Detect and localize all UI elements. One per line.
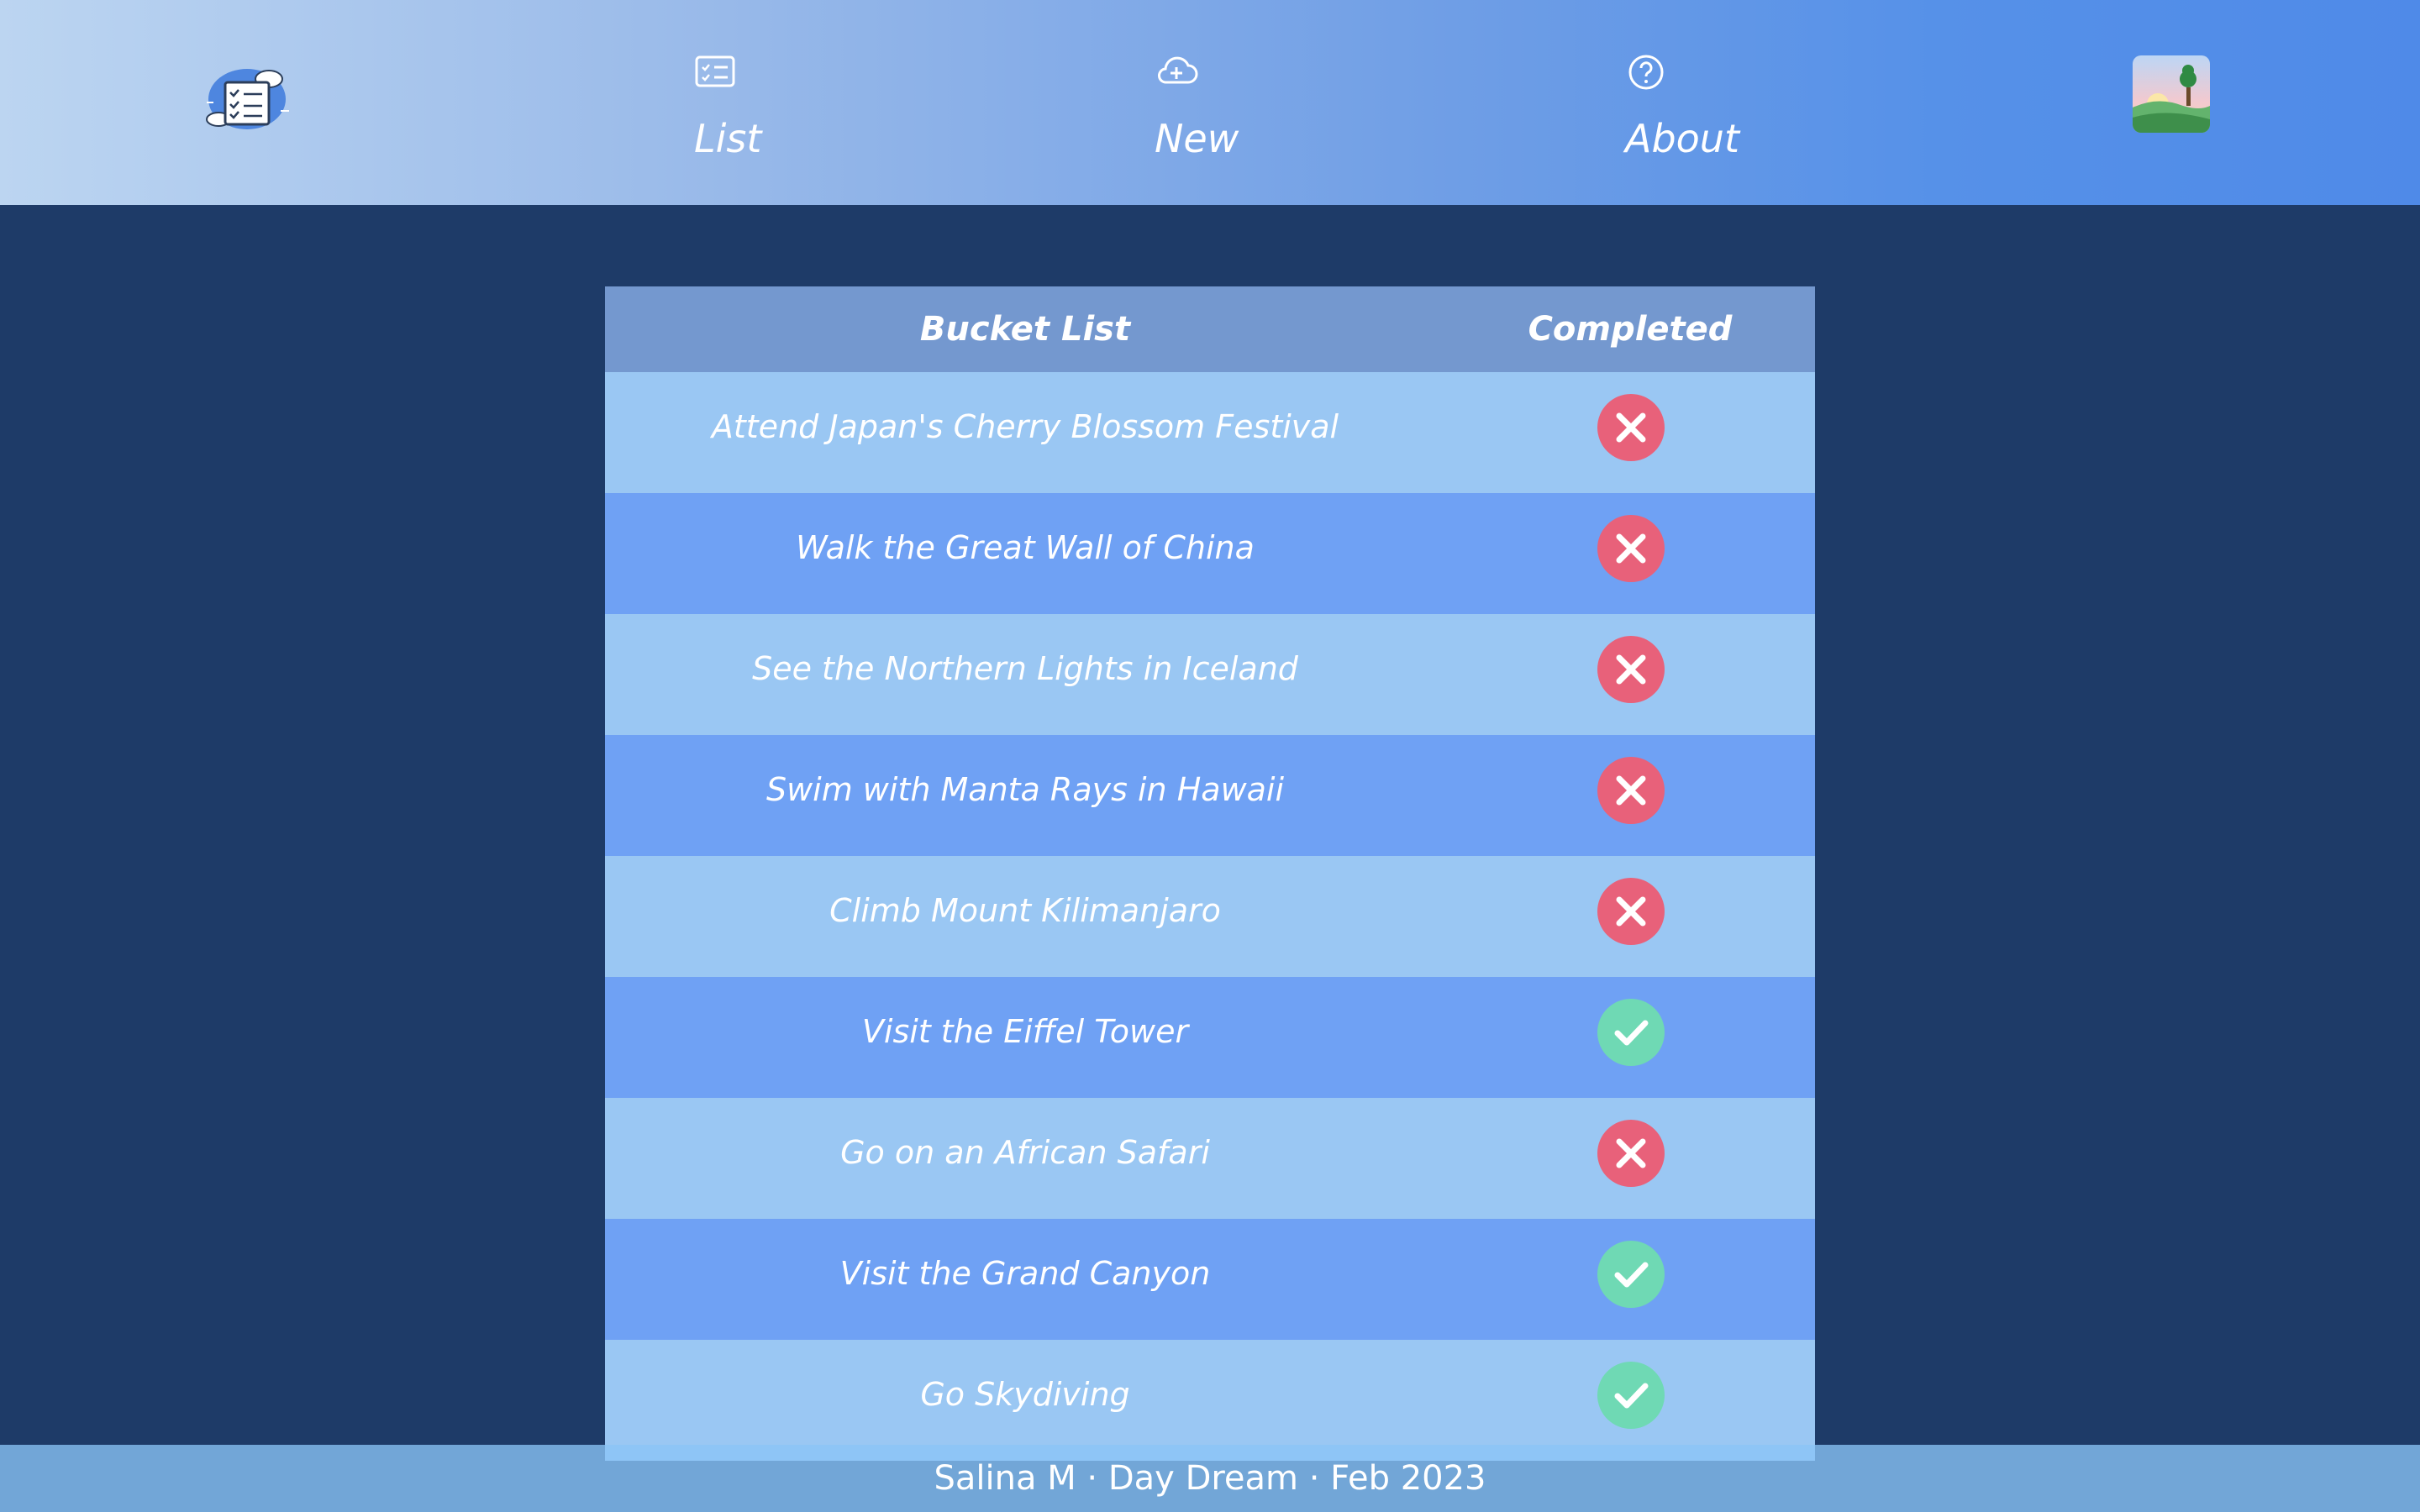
bucket-item-text: Visit the Grand Canyon xyxy=(839,1255,1211,1292)
table-row: Visit the Grand Canyon xyxy=(605,1219,1815,1340)
completed-check-icon[interactable] xyxy=(1597,999,1665,1066)
table-row: See the Northern Lights in Iceland xyxy=(605,614,1815,735)
cloud-plus-icon xyxy=(1155,50,1198,92)
nav-about-label: About xyxy=(1625,116,1740,161)
table-row: Go Skydiving xyxy=(605,1340,1815,1461)
page: List New About Bucket List Completed Att… xyxy=(0,0,2420,1512)
column-header-completed: Completed xyxy=(1528,310,1733,349)
incomplete-x-icon[interactable] xyxy=(1597,394,1665,461)
question-circle-icon xyxy=(1625,50,1667,92)
footer-credit: Salina M · Day Dream · Feb 2023 xyxy=(934,1459,1486,1498)
bucket-item-text: Swim with Manta Rays in Hawaii xyxy=(765,771,1285,808)
table-row: Walk the Great Wall of China xyxy=(605,493,1815,614)
bucket-item-text: Visit the Eiffel Tower xyxy=(861,1013,1189,1050)
footer: Salina M · Day Dream · Feb 2023 xyxy=(0,1445,2420,1512)
bucket-item-text: Attend Japan's Cherry Blossom Festival xyxy=(711,408,1339,445)
table-header-row: Bucket List Completed xyxy=(605,286,1815,372)
table-row: Go on an African Safari xyxy=(605,1098,1815,1219)
incomplete-x-icon[interactable] xyxy=(1597,515,1665,582)
table-body: Attend Japan's Cherry Blossom Festival Wa… xyxy=(605,372,1815,1461)
bucket-item-text: See the Northern Lights in Iceland xyxy=(752,650,1298,687)
table-row: Attend Japan's Cherry Blossom Festival xyxy=(605,372,1815,493)
table-row: Visit the Eiffel Tower xyxy=(605,977,1815,1098)
table-row: Climb Mount Kilimanjaro xyxy=(605,856,1815,977)
nav-new-label: New xyxy=(1155,116,1239,161)
table-row: Swim with Manta Rays in Hawaii xyxy=(605,735,1815,856)
incomplete-x-icon[interactable] xyxy=(1597,757,1665,824)
incomplete-x-icon[interactable] xyxy=(1597,1120,1665,1187)
bucket-item-text: Climb Mount Kilimanjaro xyxy=(829,892,1221,929)
bucket-item-text: Go on an African Safari xyxy=(840,1134,1210,1171)
cloud-checklist-logo[interactable] xyxy=(203,60,296,136)
bucket-item-text: Go Skydiving xyxy=(920,1376,1130,1413)
incomplete-x-icon[interactable] xyxy=(1597,878,1665,945)
top-nav-bar: List New About xyxy=(0,0,2420,205)
nav-list-label: List xyxy=(694,116,762,161)
incomplete-x-icon[interactable] xyxy=(1597,636,1665,703)
bucket-list-table: Bucket List Completed Attend Japan's Che… xyxy=(605,286,1815,1461)
checklist-icon xyxy=(694,50,736,92)
bucket-item-text: Walk the Great Wall of China xyxy=(796,529,1255,566)
completed-check-icon[interactable] xyxy=(1597,1362,1665,1429)
completed-check-icon[interactable] xyxy=(1597,1241,1665,1308)
landscape-avatar-icon[interactable] xyxy=(2133,55,2210,133)
column-header-bucket-list: Bucket List xyxy=(919,310,1131,349)
